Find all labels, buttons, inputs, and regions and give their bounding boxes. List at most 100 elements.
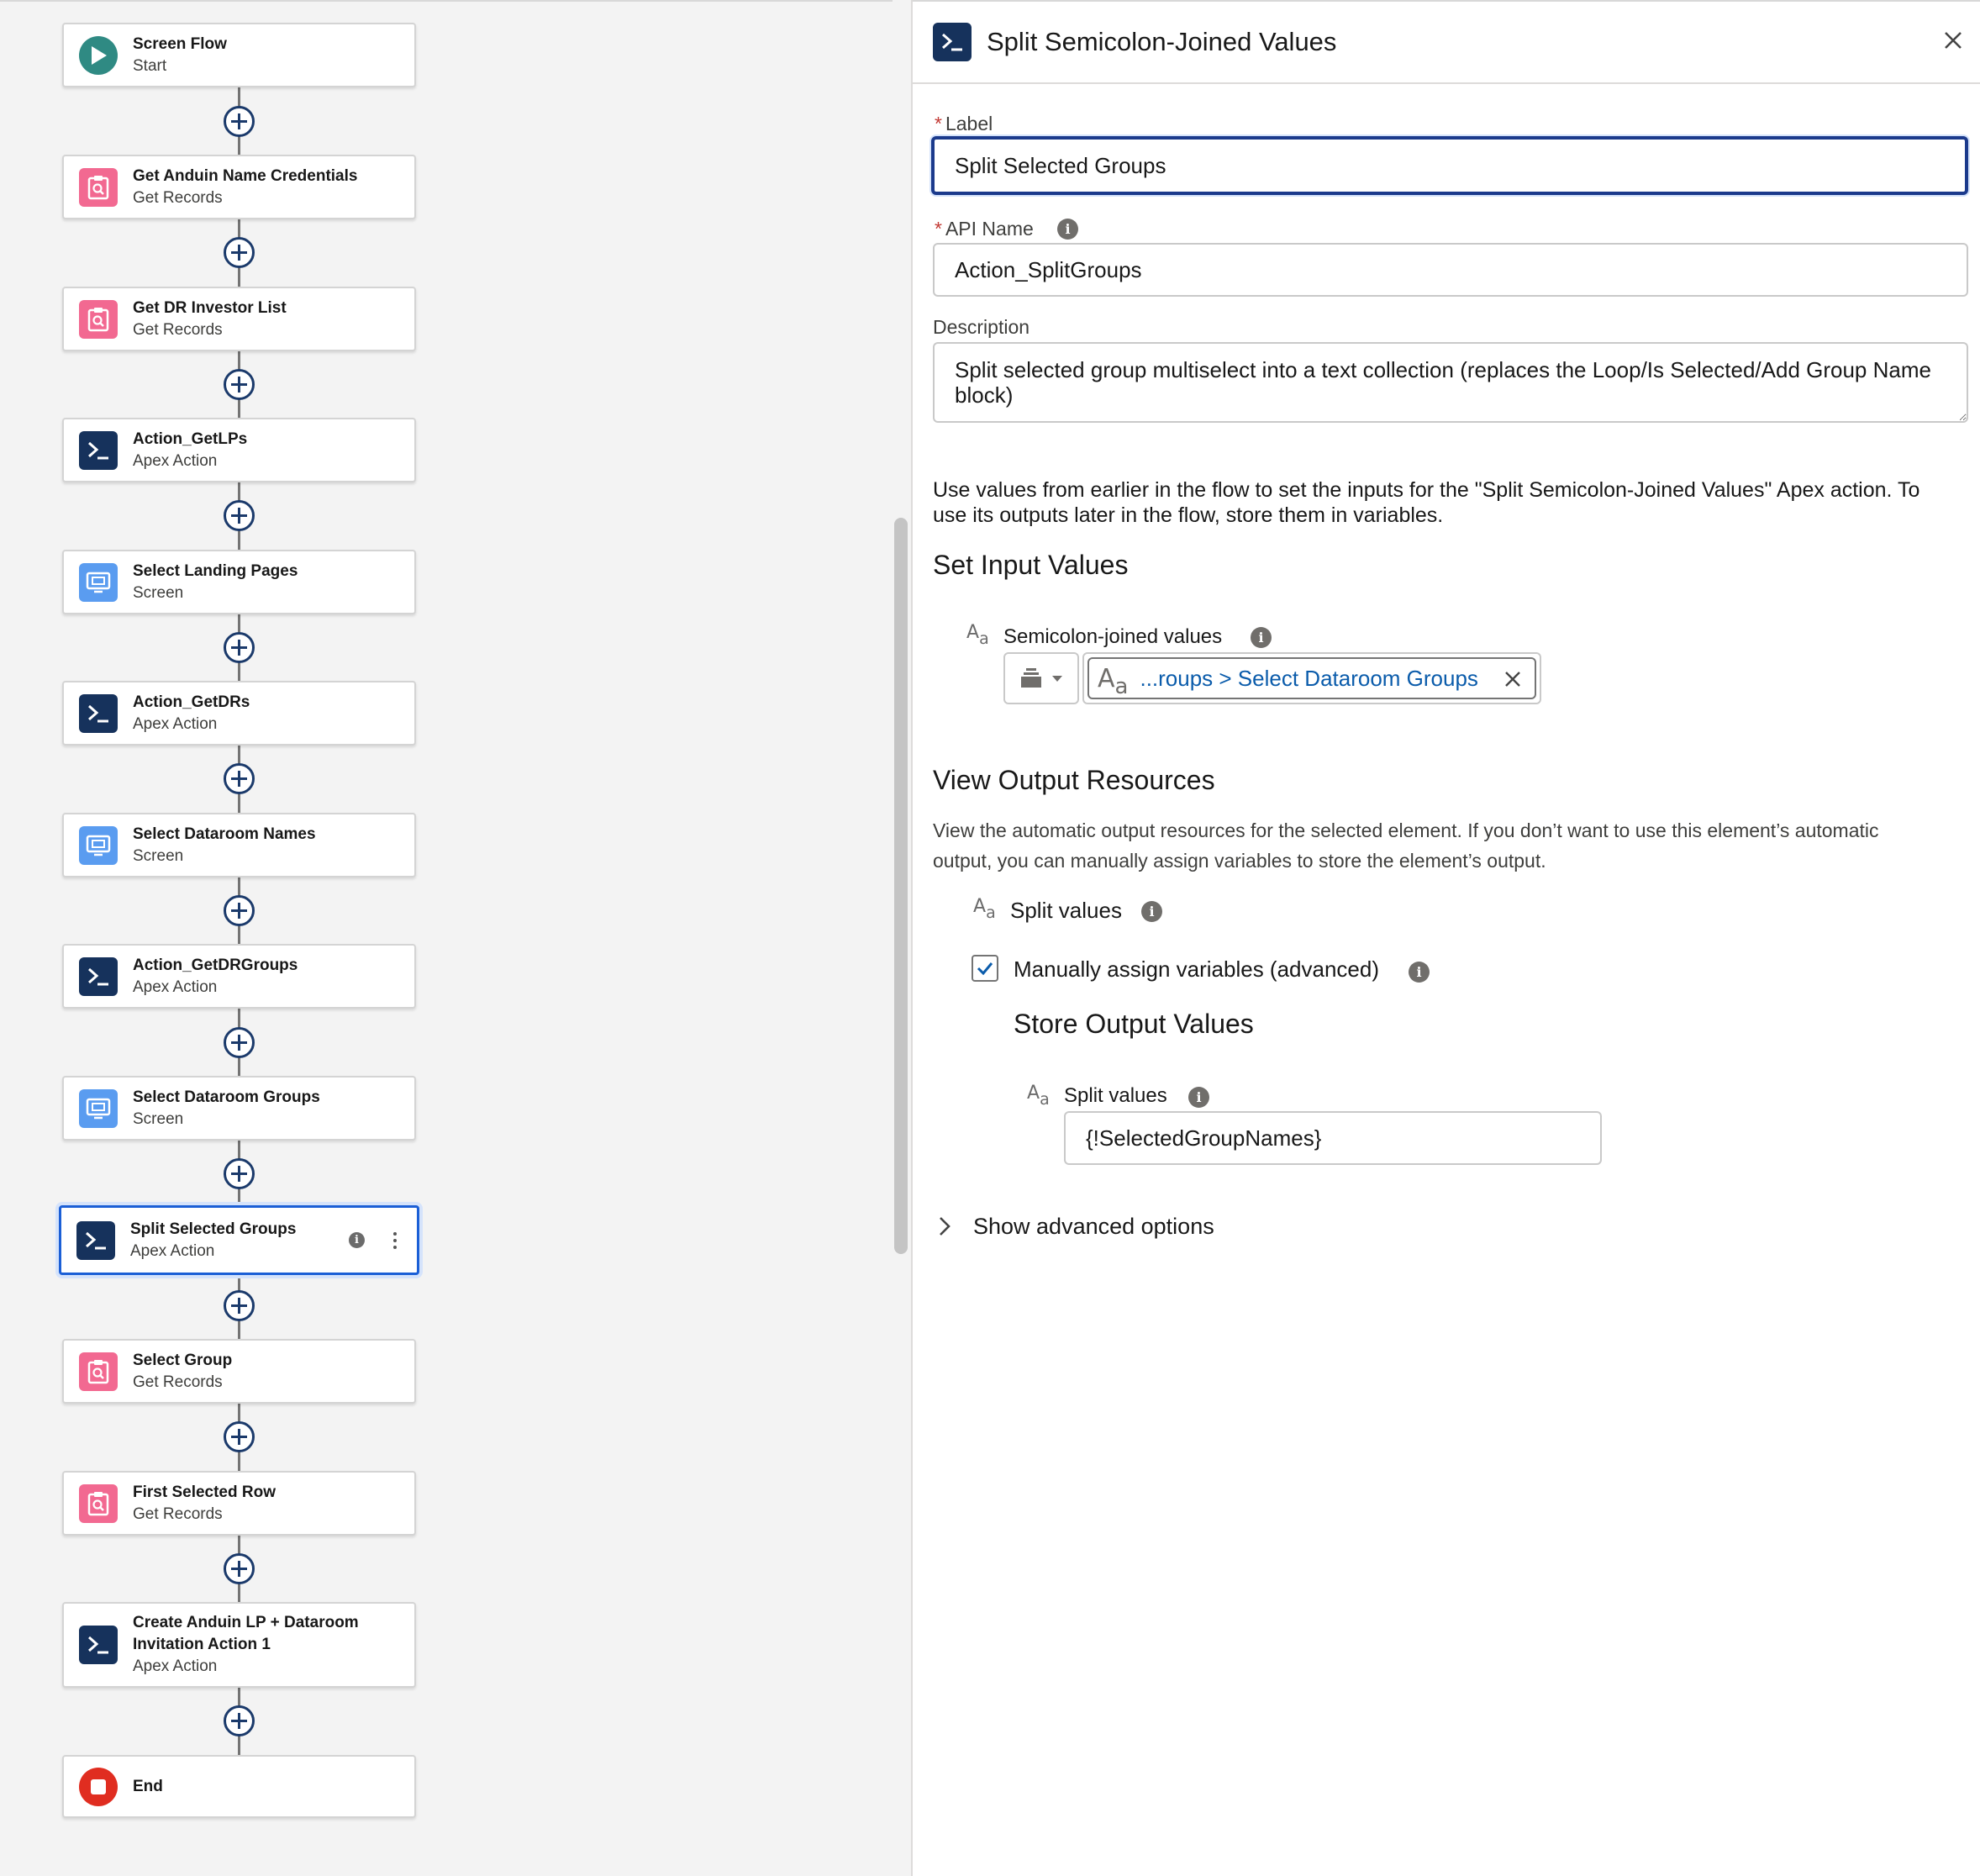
node-title: Select Dataroom Groups — [133, 1088, 320, 1106]
node-type: Get Records — [133, 320, 223, 339]
resource-pill[interactable]: Aa ...roups > Select Dataroom Groups — [1087, 657, 1536, 699]
text-type-icon: Aa — [973, 896, 996, 922]
node-type: Apex Action — [130, 1241, 215, 1260]
view-output-resources-heading: View Output Resources — [933, 765, 1215, 795]
add-element-button[interactable] — [224, 1158, 255, 1189]
flow-canvas[interactable]: Screen Flow Start Get Anduin Name Creden… — [0, 0, 893, 1876]
close-icon — [1945, 32, 1962, 49]
node-type: Apex Action — [133, 714, 218, 733]
add-element-button[interactable] — [224, 632, 255, 663]
add-element-button[interactable] — [224, 1290, 255, 1321]
api-name-input[interactable] — [933, 243, 1968, 297]
flow-node-action-getdrs[interactable]: Action_GetDRs Apex Action — [62, 681, 416, 746]
manual-assign-label[interactable]: Manually assign variables (advanced) — [1014, 956, 1379, 983]
flow-node-select-dataroom-names[interactable]: Select Dataroom Names Screen — [62, 813, 416, 877]
properties-panel: Split Semicolon-Joined Values *Label *AP… — [913, 0, 1980, 1876]
add-element-button[interactable] — [224, 895, 255, 926]
flow-node-action-getlps[interactable]: Action_GetLPs Apex Action — [62, 418, 416, 482]
resource-combobox[interactable]: Aa ...roups > Select Dataroom Groups — [1082, 652, 1541, 704]
show-advanced-options-toggle[interactable] — [935, 1214, 955, 1239]
apex-action-icon — [79, 693, 118, 733]
node-title: Get Anduin Name Credentials — [133, 166, 358, 185]
apex-action-icon — [76, 1220, 115, 1260]
canvas-scrollbar[interactable] — [893, 0, 911, 1876]
node-info-icon[interactable]: i — [349, 1232, 365, 1248]
flow-node-end[interactable]: End — [62, 1755, 416, 1818]
node-title: Select Group — [133, 1351, 233, 1369]
show-advanced-options-label[interactable]: Show advanced options — [973, 1214, 1214, 1240]
node-type: Get Records — [133, 1373, 223, 1391]
add-element-button[interactable] — [224, 237, 255, 268]
apex-action-icon — [79, 956, 118, 996]
add-element-button[interactable] — [224, 369, 255, 400]
get-records-icon — [79, 299, 118, 339]
screen-icon — [79, 562, 118, 602]
screen-icon — [79, 825, 118, 865]
node-title: Create Anduin LP + Dataroom — [133, 1614, 359, 1631]
get-records-icon — [79, 1483, 118, 1523]
stop-icon — [79, 1767, 118, 1806]
add-element-button[interactable] — [224, 106, 255, 137]
node-title: Action_GetDRs — [133, 693, 250, 711]
text-type-icon: Aa — [966, 622, 989, 648]
close-panel-button[interactable] — [1940, 27, 1967, 54]
add-element-button[interactable] — [224, 763, 255, 794]
close-icon — [1505, 672, 1520, 687]
text-type-icon: Aa — [1027, 1083, 1050, 1109]
flow-node-select-group[interactable]: Select Group Get Records — [62, 1339, 416, 1404]
flow-node-get-anduin-name-credentials[interactable]: Get Anduin Name Credentials Get Records — [62, 155, 416, 219]
flow-node-get-dr-investor-list[interactable]: Get DR Investor List Get Records — [62, 287, 416, 351]
node-menu-icon[interactable] — [393, 1231, 397, 1249]
api-name-field-label: * API Name — [935, 218, 1034, 240]
add-element-button[interactable] — [224, 1705, 255, 1736]
flow-node-select-landing-pages[interactable]: Select Landing Pages Screen — [62, 550, 416, 614]
node-title: Select Dataroom Names — [133, 825, 316, 843]
manual-assign-info-icon[interactable]: i — [1409, 962, 1430, 983]
node-title-line2: Invitation Action 1 — [133, 1636, 271, 1653]
add-element-button[interactable] — [224, 500, 255, 531]
intro-text: Use values from earlier in the flow to s… — [933, 478, 1920, 527]
description-textarea[interactable]: Split selected group multiselect into a … — [933, 342, 1968, 423]
store-output-values-heading: Store Output Values — [1014, 1009, 1254, 1039]
node-type: Get Records — [133, 188, 223, 207]
apex-action-icon — [933, 23, 972, 61]
label-input[interactable] — [931, 136, 1968, 195]
flow-node-start[interactable]: Screen Flow Start — [62, 23, 416, 87]
node-type: Get Records — [133, 1504, 223, 1523]
output-param-info-icon[interactable]: i — [1141, 901, 1162, 922]
play-icon — [79, 35, 118, 75]
split-values-variable-input[interactable] — [1064, 1111, 1602, 1165]
scrollbar-thumb[interactable] — [894, 518, 908, 1254]
store-param-info-icon[interactable]: i — [1188, 1087, 1209, 1108]
flow-node-split-selected-groups[interactable]: Split Selected Groups Apex Action i — [59, 1205, 419, 1275]
required-mark: * — [935, 113, 942, 134]
add-element-button[interactable] — [224, 1421, 255, 1452]
node-title: First Selected Row — [133, 1483, 276, 1501]
flow-node-action-getdrgroups[interactable]: Action_GetDRGroups Apex Action — [62, 944, 416, 1009]
node-title: Screen Flow — [133, 34, 227, 53]
split-values-store-label: Split values — [1064, 1084, 1167, 1107]
resource-picker-button[interactable] — [1003, 652, 1079, 704]
input-param-info-icon[interactable]: i — [1251, 627, 1272, 648]
panel-title: Split Semicolon-Joined Values — [987, 27, 1337, 56]
remove-pill-button[interactable] — [1501, 667, 1524, 691]
flow-node-select-dataroom-groups[interactable]: Select Dataroom Groups Screen — [62, 1076, 416, 1141]
api-name-info-icon[interactable]: i — [1057, 219, 1078, 240]
semicolon-joined-values-label: Semicolon-joined values — [1003, 625, 1223, 648]
set-input-values-heading: Set Input Values — [933, 550, 1129, 580]
node-type: Screen — [133, 583, 184, 602]
api-name-text: API Name — [945, 218, 1034, 240]
node-type: Apex Action — [133, 1657, 218, 1675]
flow-node-first-selected-row[interactable]: First Selected Row Get Records — [62, 1471, 416, 1536]
label-field-label: * Label — [935, 113, 993, 135]
node-type: Apex Action — [133, 451, 218, 470]
node-type: Start — [133, 56, 167, 75]
node-title: Action_GetDRGroups — [133, 956, 298, 974]
add-element-button[interactable] — [224, 1027, 255, 1058]
manual-assign-checkbox[interactable] — [972, 955, 998, 982]
required-mark: * — [935, 218, 942, 240]
add-element-button[interactable] — [224, 1553, 255, 1584]
flow-node-create-anduin-lp-dataroom-invitation[interactable]: Create Anduin LP + Dataroom Invitation A… — [62, 1602, 416, 1688]
screen-icon — [79, 1088, 118, 1128]
chevron-right-icon — [940, 1217, 951, 1236]
